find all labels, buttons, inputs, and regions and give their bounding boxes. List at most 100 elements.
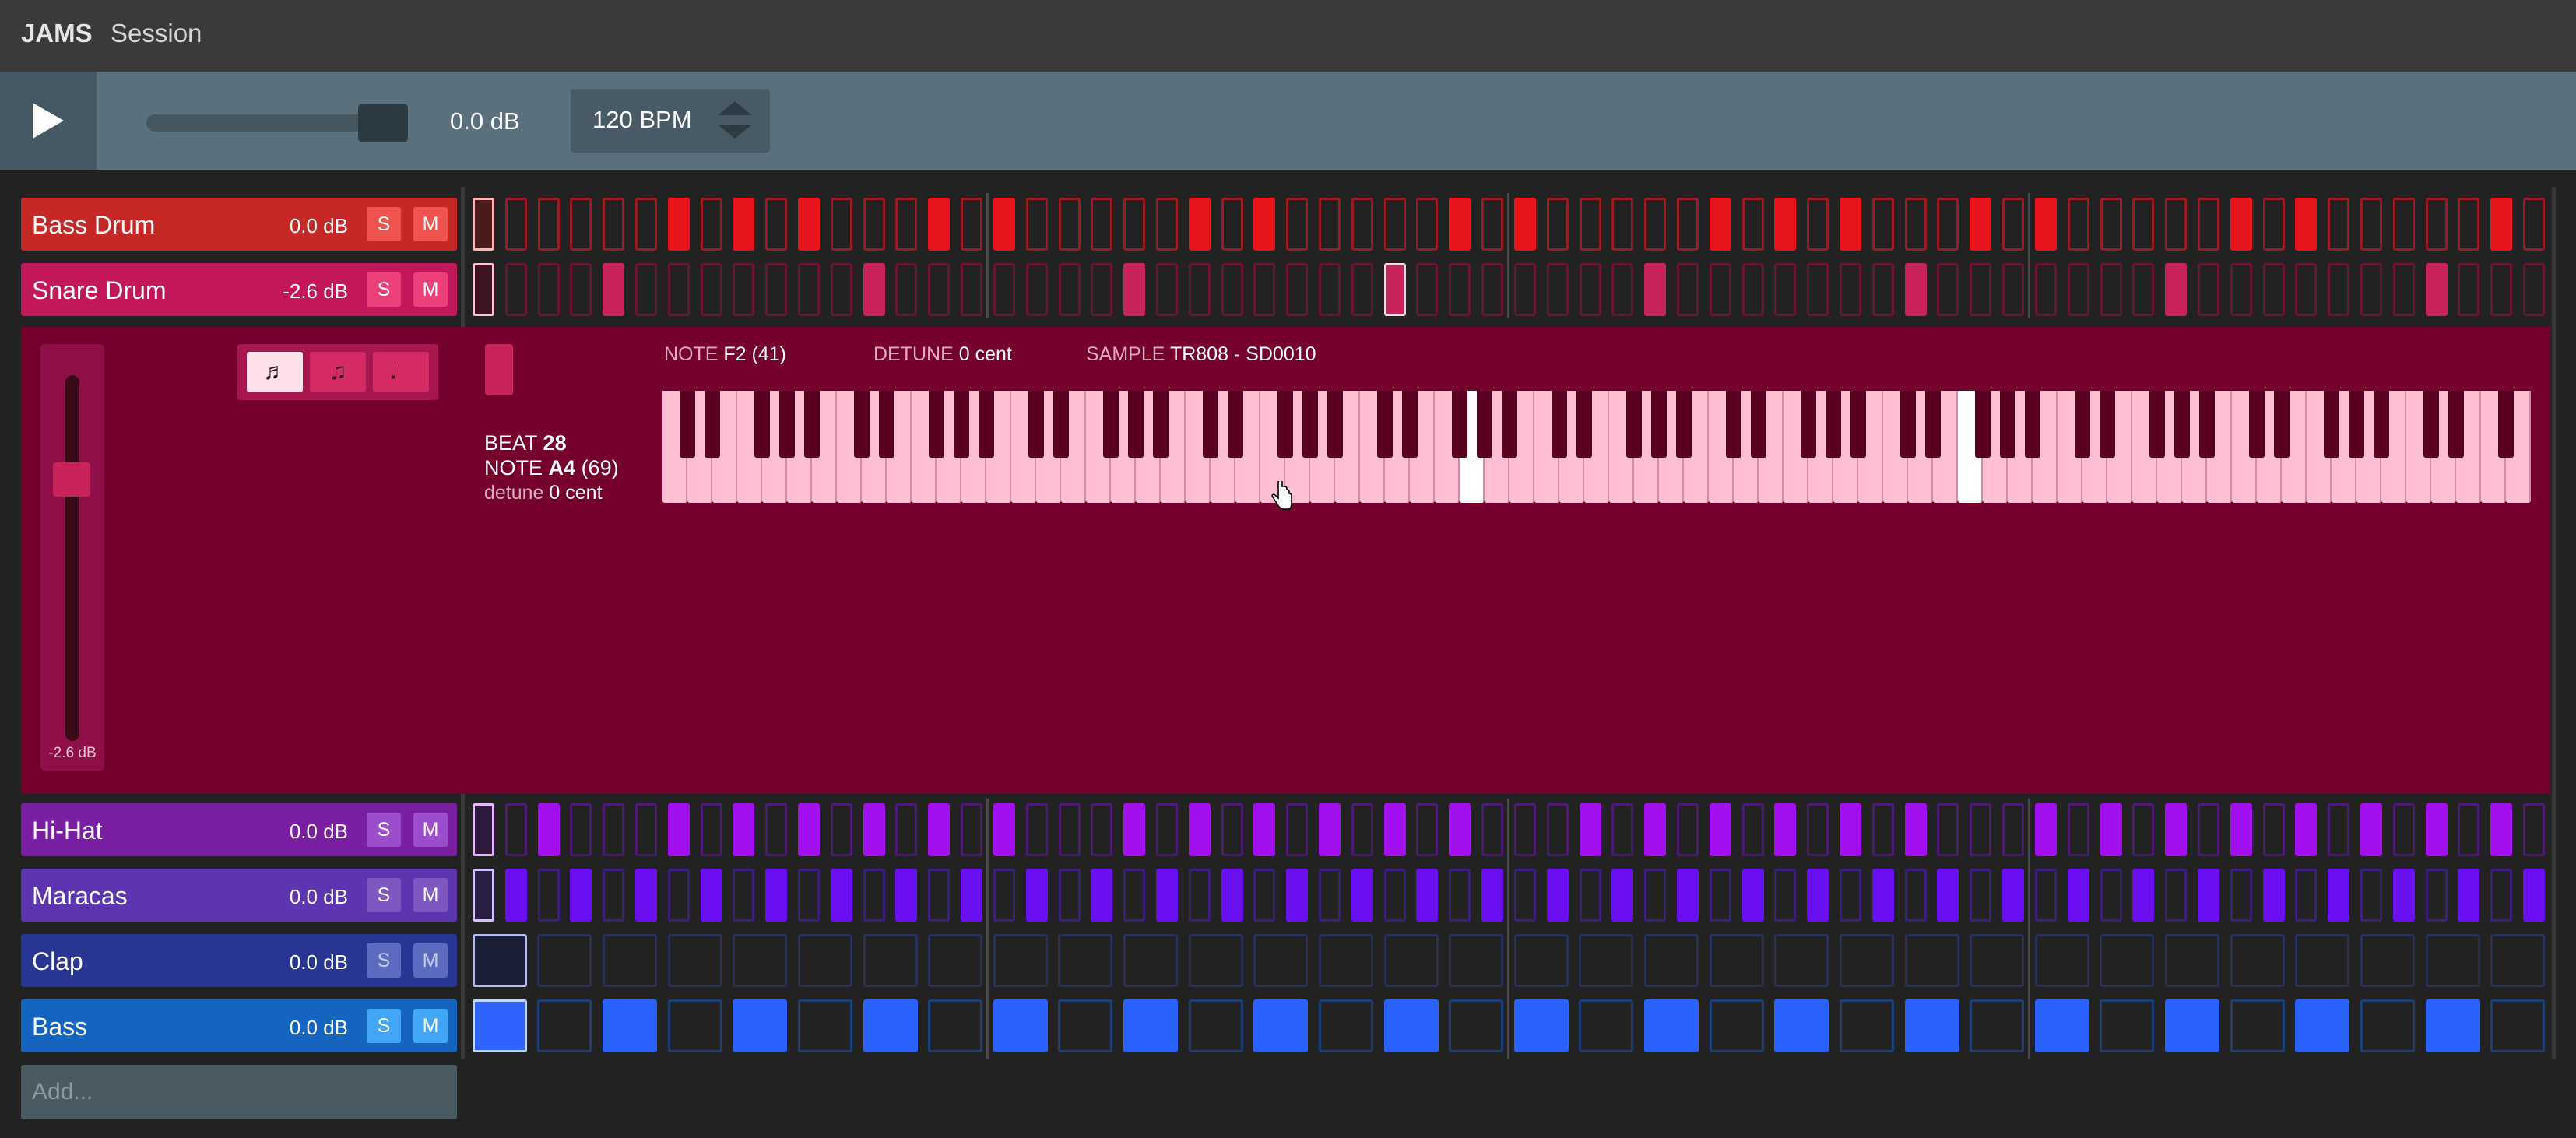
- step[interactable]: [863, 263, 885, 316]
- step[interactable]: [1319, 263, 1341, 316]
- black-key[interactable]: [1402, 391, 1418, 458]
- step[interactable]: [1513, 263, 1536, 316]
- step[interactable]: [700, 263, 722, 316]
- step[interactable]: [1188, 934, 1243, 987]
- black-key[interactable]: [1576, 391, 1592, 458]
- step[interactable]: [537, 999, 592, 1052]
- step[interactable]: [1253, 198, 1276, 251]
- step[interactable]: [1937, 263, 1959, 316]
- solo-button[interactable]: S: [367, 1009, 401, 1043]
- step[interactable]: [2458, 198, 2480, 251]
- black-key[interactable]: [804, 391, 820, 458]
- step[interactable]: [1970, 263, 1992, 316]
- mode-button-3[interactable]: ♩: [373, 352, 429, 392]
- step[interactable]: [2523, 869, 2546, 922]
- step[interactable]: [993, 999, 1048, 1052]
- solo-button[interactable]: S: [367, 207, 401, 241]
- step[interactable]: [1937, 803, 1959, 856]
- bpm-stepper[interactable]: 120 BPM: [571, 89, 770, 153]
- step[interactable]: [2132, 803, 2155, 856]
- step[interactable]: [2262, 869, 2285, 922]
- step[interactable]: [667, 869, 690, 922]
- playhead-step[interactable]: [472, 999, 527, 1052]
- step[interactable]: [765, 869, 788, 922]
- step[interactable]: [537, 263, 560, 316]
- step[interactable]: [1611, 869, 1634, 922]
- step[interactable]: [2295, 999, 2350, 1052]
- step[interactable]: [2490, 198, 2513, 251]
- step[interactable]: [765, 263, 788, 316]
- step[interactable]: [733, 198, 755, 251]
- step[interactable]: [1579, 803, 1601, 856]
- step[interactable]: [798, 803, 821, 856]
- step[interactable]: [863, 869, 885, 922]
- step[interactable]: [1839, 999, 1894, 1052]
- step[interactable]: [863, 934, 918, 987]
- step[interactable]: [2490, 803, 2513, 856]
- step[interactable]: [2067, 869, 2089, 922]
- step[interactable]: [667, 263, 690, 316]
- step[interactable]: [1840, 869, 1862, 922]
- step[interactable]: [1123, 869, 1146, 922]
- master-volume-thumb[interactable]: [358, 104, 408, 142]
- step[interactable]: [1970, 999, 2025, 1052]
- step[interactable]: [1253, 803, 1276, 856]
- solo-button[interactable]: S: [367, 813, 401, 847]
- step[interactable]: [634, 263, 657, 316]
- step[interactable]: [537, 198, 560, 251]
- step[interactable]: [2425, 263, 2448, 316]
- step[interactable]: [2165, 869, 2188, 922]
- step[interactable]: [1253, 934, 1309, 987]
- step[interactable]: [2425, 803, 2448, 856]
- step[interactable]: [895, 869, 918, 922]
- step[interactable]: [1513, 999, 1569, 1052]
- step[interactable]: [1676, 803, 1699, 856]
- step[interactable]: [798, 263, 821, 316]
- black-key[interactable]: [1626, 391, 1642, 458]
- step[interactable]: [1155, 198, 1178, 251]
- step[interactable]: [1871, 198, 1894, 251]
- step[interactable]: [1318, 934, 1373, 987]
- solo-button[interactable]: S: [367, 272, 401, 307]
- step[interactable]: [667, 934, 722, 987]
- step[interactable]: [700, 198, 722, 251]
- step[interactable]: [1058, 198, 1081, 251]
- step[interactable]: [1416, 869, 1439, 922]
- black-key[interactable]: [2249, 391, 2265, 458]
- step[interactable]: [2100, 263, 2122, 316]
- step[interactable]: [1123, 263, 1146, 316]
- black-key[interactable]: [754, 391, 770, 458]
- step[interactable]: [1449, 263, 1471, 316]
- step[interactable]: [1546, 198, 1569, 251]
- step[interactable]: [1318, 999, 1373, 1052]
- playhead-step[interactable]: [472, 869, 494, 922]
- step[interactable]: [2490, 869, 2513, 922]
- step[interactable]: [1644, 999, 1699, 1052]
- step[interactable]: [2328, 869, 2350, 922]
- step[interactable]: [1188, 263, 1211, 316]
- step[interactable]: [928, 803, 951, 856]
- step[interactable]: [2360, 263, 2383, 316]
- step[interactable]: [1774, 869, 1797, 922]
- step[interactable]: [1025, 803, 1048, 856]
- step[interactable]: [667, 198, 690, 251]
- step[interactable]: [1449, 803, 1471, 856]
- step[interactable]: [1741, 869, 1764, 922]
- black-key[interactable]: [879, 391, 894, 458]
- selected-step[interactable]: [1383, 263, 1406, 316]
- step[interactable]: [2425, 869, 2448, 922]
- step[interactable]: [1383, 999, 1439, 1052]
- step[interactable]: [1774, 198, 1797, 251]
- step[interactable]: [1286, 198, 1309, 251]
- step[interactable]: [1970, 934, 2025, 987]
- step[interactable]: [2295, 869, 2318, 922]
- step[interactable]: [603, 934, 658, 987]
- step[interactable]: [1937, 198, 1959, 251]
- step[interactable]: [2328, 198, 2350, 251]
- step[interactable]: [2392, 803, 2415, 856]
- black-key[interactable]: [1277, 391, 1293, 458]
- step[interactable]: [1253, 999, 1309, 1052]
- step[interactable]: [2067, 803, 2089, 856]
- step[interactable]: [1807, 198, 1829, 251]
- step[interactable]: [603, 999, 658, 1052]
